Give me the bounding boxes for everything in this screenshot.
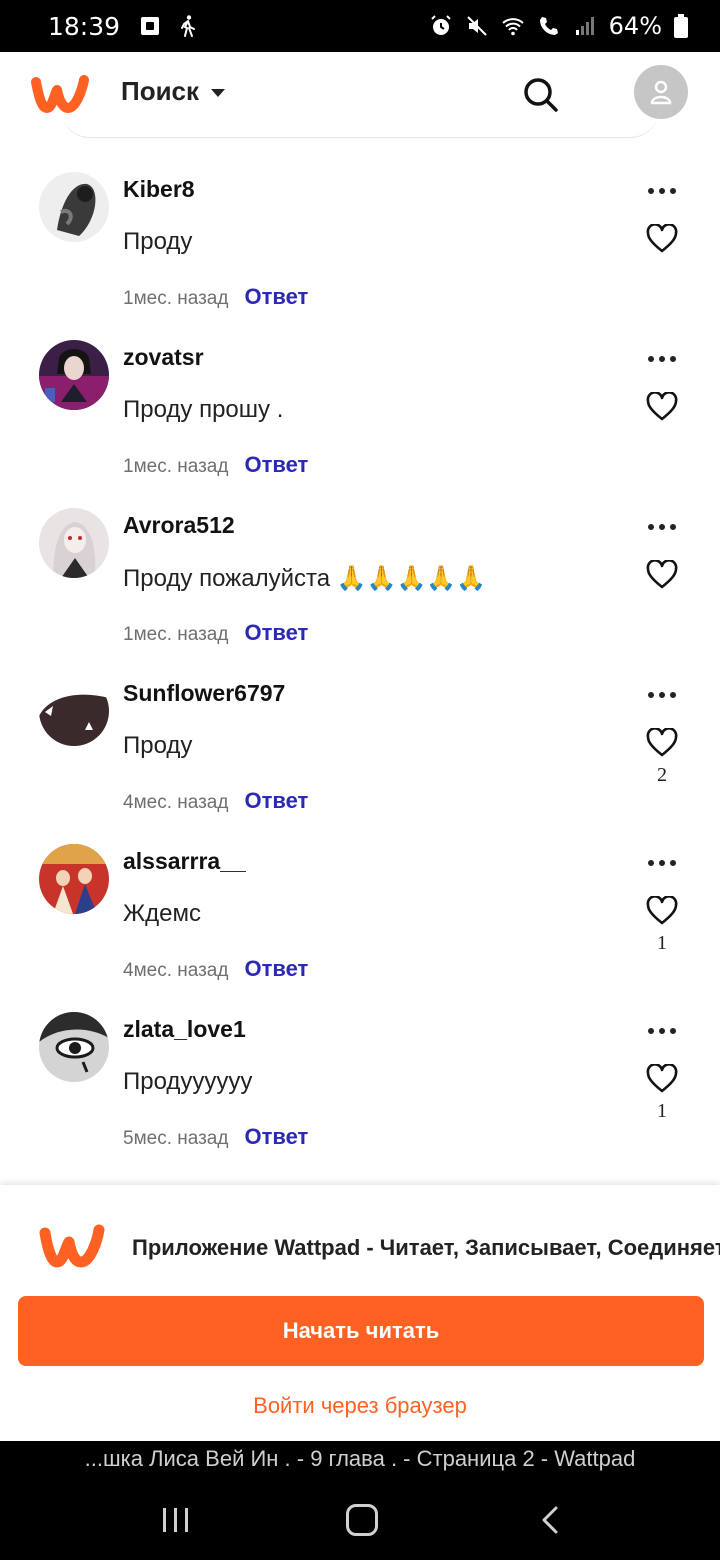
comment-text: Проду xyxy=(123,228,193,255)
search-dropdown-label: Поиск xyxy=(121,76,200,106)
more-options-icon[interactable] xyxy=(646,860,678,868)
sheet-title: Приложение Wattpad - Читает, Записывает,… xyxy=(132,1235,720,1260)
status-time: 18:39 xyxy=(48,11,121,41)
comment-item: Avrora512 Проду пожалуйста 🙏🙏🙏🙏🙏 1мес. н… xyxy=(0,504,720,672)
comment-item: Kiber8 Проду 1мес. назад Ответ xyxy=(0,168,720,336)
avatar[interactable] xyxy=(39,1012,109,1082)
avatar[interactable] xyxy=(39,844,109,914)
reply-button[interactable]: Ответ xyxy=(244,1124,308,1150)
more-options-icon[interactable] xyxy=(646,356,678,364)
more-options-icon[interactable] xyxy=(646,524,678,532)
comment-username[interactable]: Avrora512 xyxy=(123,512,235,539)
comment-input-edge xyxy=(60,108,660,138)
reply-button[interactable]: Ответ xyxy=(244,284,308,310)
comment-username[interactable]: Kiber8 xyxy=(123,176,195,203)
caret-down-icon xyxy=(211,88,226,97)
battery-percent: 64% xyxy=(608,12,662,40)
wifi-icon xyxy=(501,18,524,36)
reply-button[interactable]: Ответ xyxy=(244,452,308,478)
heart-icon[interactable] xyxy=(646,560,678,590)
like-count: 1 xyxy=(657,1100,667,1122)
walking-icon xyxy=(181,15,196,37)
heart-icon[interactable] xyxy=(646,728,678,758)
signal-icon xyxy=(575,17,594,35)
navigation-bar xyxy=(0,1481,720,1560)
more-options-icon[interactable] xyxy=(646,692,678,700)
heart-icon[interactable] xyxy=(646,896,678,926)
wifi-call-icon xyxy=(539,17,558,35)
mute-icon xyxy=(466,16,487,36)
wattpad-logo-icon xyxy=(39,1224,105,1268)
heart-icon[interactable] xyxy=(646,224,678,254)
comment-time: 1мес. назад xyxy=(123,288,229,309)
reply-button[interactable]: Ответ xyxy=(244,956,308,982)
app-install-sheet: Приложение Wattpad - Читает, Записывает,… xyxy=(0,1185,720,1441)
browser-page-title: ...шка Лиса Вей Ин . - 9 глава . - Стран… xyxy=(0,1441,720,1481)
comment-time: 4мес. назад xyxy=(123,792,229,813)
avatar[interactable] xyxy=(39,340,109,410)
more-options-icon[interactable] xyxy=(646,1028,678,1036)
home-icon[interactable] xyxy=(346,1504,378,1536)
comment-username[interactable]: zlata_love1 xyxy=(123,1016,246,1043)
recent-apps-icon[interactable] xyxy=(161,1506,191,1534)
comment-item: zlata_love1 Продуууууу 5мес. назад Ответ… xyxy=(0,1008,720,1176)
comment-item: Sunflower6797 Проду 4мес. назад Ответ 2 xyxy=(0,672,720,840)
comment-time: 4мес. назад xyxy=(123,960,229,981)
comment-time: 1мес. назад xyxy=(123,624,229,645)
like-count: 1 xyxy=(657,932,667,954)
avatar[interactable] xyxy=(39,508,109,578)
more-options-icon[interactable] xyxy=(646,188,678,196)
comments-list: Kiber8 Проду 1мес. назад Ответ zovatsr П… xyxy=(0,168,720,1176)
battery-icon xyxy=(674,14,688,38)
comment-time: 5мес. назад xyxy=(123,1128,229,1149)
comment-text: Проду пожалуйста 🙏🙏🙏🙏🙏 xyxy=(123,565,487,592)
comment-text: Проду прошу . xyxy=(123,396,284,423)
heart-icon[interactable] xyxy=(646,392,678,422)
comment-item: alssarrra__ Ждемс 4мес. назад Ответ 1 xyxy=(0,840,720,1008)
comment-username[interactable]: alssarrra__ xyxy=(123,848,246,875)
alarm-icon xyxy=(430,15,451,35)
search-dropdown[interactable]: Поиск xyxy=(121,76,226,107)
comment-username[interactable]: Sunflower6797 xyxy=(123,680,285,707)
comment-text: Ждемс xyxy=(123,900,202,927)
reply-button[interactable]: Ответ xyxy=(244,788,308,814)
comment-item: zovatsr Проду прошу . 1мес. назад Ответ xyxy=(0,336,720,504)
back-icon[interactable] xyxy=(540,1505,560,1535)
reply-button[interactable]: Ответ xyxy=(244,620,308,646)
screen-capture-icon xyxy=(141,17,160,35)
comment-time: 1мес. назад xyxy=(123,456,229,477)
status-bar: 18:39 64% xyxy=(0,0,720,52)
like-count: 2 xyxy=(657,764,667,786)
comment-text: Продуууууу xyxy=(123,1068,253,1095)
continue-in-browser-link[interactable]: Войти через браузер xyxy=(0,1393,720,1419)
start-reading-button[interactable]: Начать читать xyxy=(18,1296,704,1366)
comment-username[interactable]: zovatsr xyxy=(123,344,204,371)
comment-text: Проду xyxy=(123,732,193,759)
avatar[interactable] xyxy=(39,172,109,242)
heart-icon[interactable] xyxy=(646,1064,678,1094)
avatar[interactable] xyxy=(39,676,109,746)
user-icon xyxy=(650,80,672,105)
